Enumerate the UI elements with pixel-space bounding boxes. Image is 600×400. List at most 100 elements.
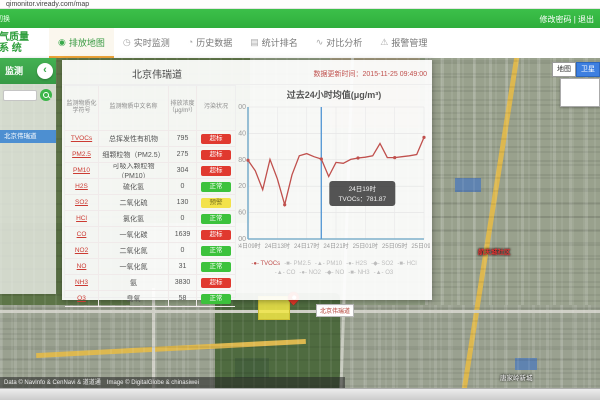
- substance-value: 31: [169, 259, 197, 274]
- substance-value: 795: [169, 131, 197, 146]
- svg-text:24日09时: 24日09时: [238, 242, 261, 250]
- substance-name: 总挥发性有机物: [99, 131, 169, 146]
- legend-item[interactable]: -●- NO2: [299, 270, 321, 276]
- map-type-button-map[interactable]: 地图: [552, 62, 576, 77]
- substance-link[interactable]: NH3: [75, 279, 88, 286]
- station-search-input[interactable]: [3, 90, 37, 101]
- nav-item-statistics-ranking[interactable]: ▤ 统计排名: [241, 28, 307, 58]
- logo-line-1: 气质量: [0, 32, 45, 43]
- nav-label: 报警管理: [391, 36, 427, 49]
- logo-line-2: 系 统: [0, 43, 45, 54]
- panel-station-name: 北京伟瑞道: [132, 66, 182, 81]
- table-row[interactable]: NH3氨3830超标: [65, 275, 235, 291]
- status-badge: 正常: [201, 262, 231, 272]
- nav-item-alarm-management[interactable]: ⚠ 报警管理: [371, 28, 436, 58]
- svg-text:780: 780: [238, 157, 246, 164]
- substance-link[interactable]: NO: [77, 263, 87, 270]
- substance-link[interactable]: NO2: [75, 247, 88, 254]
- nav-label: 对比分析: [326, 36, 362, 49]
- station-search-button[interactable]: [40, 89, 52, 101]
- column-header: 监测物质中文名称: [99, 86, 169, 130]
- sidebar-title: 监测: [5, 66, 23, 76]
- substance-link[interactable]: HCl: [76, 215, 87, 222]
- substance-name: 一氧化氮: [99, 259, 169, 274]
- legend-item[interactable]: -◆- SO2: [371, 261, 393, 267]
- table-row[interactable]: SO2二氧化硫130预警: [65, 195, 235, 211]
- substance-link[interactable]: CO: [77, 231, 87, 238]
- status-badge: 超标: [201, 134, 231, 144]
- pollutant-table-body: TVOCs总挥发性有机物795超标PM2.5细颗粒物（PM2.5）275超标PM…: [65, 131, 235, 307]
- data-point: [246, 159, 249, 162]
- svg-text:900: 900: [238, 104, 246, 111]
- station-pin-label: 北京伟瑞道: [316, 304, 354, 317]
- substance-name: 氨: [99, 275, 169, 290]
- data-update-time: 数据更新时间：2015-11-25 09:49:00: [314, 69, 427, 79]
- substance-link[interactable]: SO2: [75, 199, 88, 206]
- legend-item[interactable]: -■- HCl: [397, 261, 416, 267]
- table-row[interactable]: HCl 氯化氢0 正常: [65, 211, 235, 227]
- nav-label: 统计排名: [262, 36, 298, 49]
- substance-name: 氯化氢: [99, 211, 169, 226]
- station-list-item-selected[interactable]: 北京伟瑞道: [0, 130, 56, 143]
- pollutant-table-header: 监测物质化学符号监测物质中文名称排放浓度（μg/m³）污染状况: [65, 86, 235, 131]
- svg-text:25日09时: 25日09时: [411, 242, 430, 250]
- chart-legend: -●- TVOCs -■- PM2.5 -▲- PM10 -●- H2S -◆- SO2…: [238, 260, 430, 278]
- status-badge: 正常: [201, 246, 231, 256]
- map-label-community: 航天城社区: [478, 246, 511, 256]
- substance-value: 0: [169, 179, 197, 194]
- substance-link[interactable]: O3: [77, 295, 86, 302]
- substance-link[interactable]: PM10: [73, 167, 90, 174]
- status-badge: 预警: [201, 198, 231, 208]
- substance-link[interactable]: H2S: [75, 183, 88, 190]
- data-point: [422, 136, 425, 139]
- table-row[interactable]: TVOCs 总挥发性有机物795 超标: [65, 131, 235, 147]
- nav-label: 排放地图: [69, 36, 105, 49]
- data-point: [393, 156, 396, 159]
- legend-item[interactable]: -●- H2S: [346, 261, 367, 267]
- table-row[interactable]: CO一氧化碳1639超标: [65, 227, 235, 243]
- map-control-panel[interactable]: [560, 78, 600, 107]
- table-row[interactable]: H2S硫化氢0正常: [65, 179, 235, 195]
- substance-value: 0: [169, 211, 197, 226]
- substance-link[interactable]: PM2.5: [72, 151, 91, 158]
- nav-item-compare-analysis[interactable]: ∿ 对比分析: [307, 28, 372, 58]
- table-row[interactable]: PM10可吸入颗粒物（PM10）304超标: [65, 163, 235, 179]
- legend-item[interactable]: -■- NH3: [348, 270, 369, 276]
- map-label-newtown: 唐家岭新城: [500, 372, 533, 382]
- table-row[interactable]: PM2.5细颗粒物（PM2.5）275超标: [65, 147, 235, 163]
- main-nav-bar: 气质量 系 统 ◉ 排放地图 ◷ 实时监测 ◔ 历史数据 ▤ 统计排名 ∿ 对比…: [0, 28, 600, 59]
- legend-item[interactable]: -▲- PM10: [315, 261, 342, 267]
- nav-item-realtime-monitor[interactable]: ◷ 实时监测: [114, 28, 179, 58]
- svg-text:24日21时: 24日21时: [323, 242, 348, 250]
- status-badge: 正常: [201, 214, 231, 224]
- legend-item[interactable]: -▲- CO: [275, 270, 296, 276]
- substance-link[interactable]: TVOCs: [71, 135, 92, 142]
- map-type-button-satellite[interactable]: 卫星: [576, 62, 600, 77]
- table-row[interactable]: NO 一氧化氮31 正常: [65, 259, 235, 275]
- chart-plot[interactable]: 60066072078084090024日09时24日13时24日17时24日2…: [238, 101, 430, 253]
- compare-chart-icon: ∿: [316, 37, 324, 48]
- svg-text:24日19时: 24日19时: [349, 184, 377, 193]
- station-sidebar: 监测 ‹ 北京伟瑞道: [0, 58, 56, 294]
- nav-label: 实时监测: [134, 36, 170, 49]
- svg-text:840: 840: [238, 130, 246, 137]
- table-row[interactable]: NO2二氧化氮0正常: [65, 243, 235, 259]
- nav-label: 历史数据: [196, 36, 232, 49]
- legend-item[interactable]: -◆- NO: [325, 270, 344, 276]
- data-point: [320, 157, 323, 160]
- legend-item[interactable]: -■- PM2.5: [284, 261, 311, 267]
- account-links[interactable]: 修改密码 | 退出: [539, 14, 594, 25]
- sidebar-collapse-button[interactable]: ‹: [37, 63, 53, 79]
- substance-name: 臭氧: [99, 291, 169, 306]
- substance-name: 细颗粒物（PM2.5）: [99, 147, 169, 162]
- legend-item[interactable]: -▲- O3: [374, 270, 394, 276]
- nav-item-history-data[interactable]: ◔ 历史数据: [179, 28, 241, 58]
- ranking-icon: ▤: [250, 37, 259, 48]
- browser-url-bar[interactable]: qimonitor.viready.com/map: [0, 0, 600, 9]
- legend-item[interactable]: -●- TVOCs: [251, 261, 280, 267]
- app-logo: 气质量 系 统: [0, 28, 45, 58]
- sidebar-search-row: [0, 84, 56, 106]
- nav-item-emission-map[interactable]: ◉ 排放地图: [49, 28, 114, 58]
- status-badge: 正常: [201, 294, 231, 304]
- table-row[interactable]: O3臭氧58正常: [65, 291, 235, 307]
